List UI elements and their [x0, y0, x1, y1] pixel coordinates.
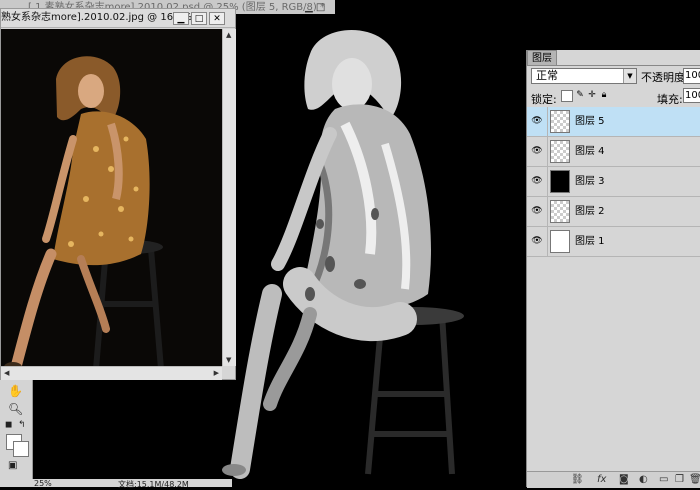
scroll-down-arrow-icon[interactable]: ▼ [226, 356, 231, 364]
layer-name: 图层 4 [575, 146, 605, 157]
layer-name: 图层 1 [575, 236, 605, 247]
background-color-swatch[interactable] [13, 441, 29, 457]
vertical-scrollbar[interactable]: ▲ ▼ [222, 29, 236, 366]
link-icon[interactable]: ⛓ [571, 474, 584, 485]
chevron-down-icon: ▼ [623, 69, 636, 83]
layer-thumbnail [550, 110, 570, 133]
reference-photo-image [1, 29, 222, 373]
eye-divider [547, 197, 548, 226]
mask-icon[interactable]: ◙ [619, 474, 629, 485]
eye-divider [547, 227, 548, 256]
eye-icon[interactable]: 👁︎ [531, 176, 543, 186]
lock-transparency-icon[interactable] [561, 90, 573, 102]
trash-icon[interactable]: 🗑︎ [689, 474, 700, 485]
eye-divider [547, 167, 548, 196]
reference-photo[interactable] [1, 29, 222, 373]
new-layer-icon[interactable]: ❐ [675, 474, 684, 485]
eye-icon[interactable]: 👁︎ [531, 146, 543, 156]
layer-row-4[interactable]: 👁︎ 图层 4 [527, 137, 700, 167]
horizontal-scrollbar[interactable]: ◀ ▶ [1, 366, 222, 380]
screen-mode-icon[interactable]: ▣ [8, 460, 17, 471]
fill-label: 填充: [657, 93, 683, 106]
opacity-input[interactable]: 100 [683, 68, 700, 84]
scroll-up-arrow-icon[interactable]: ▲ [226, 31, 231, 39]
zoom-icon[interactable]: 🔍︎ [8, 402, 23, 416]
panel-tab-divider [527, 65, 700, 66]
reference-window-buttons: ▁ □ ✕ [171, 11, 225, 25]
layer-thumbnail [550, 230, 570, 253]
lock-label: 锁定: [531, 93, 557, 106]
blend-mode-select[interactable]: 正常 ▼ [531, 68, 637, 84]
layers-tab[interactable]: 图层 [527, 50, 557, 66]
fill-input[interactable]: 100 [683, 88, 700, 103]
layer-row-3[interactable]: 👁︎ 图层 3 [527, 167, 700, 197]
layer-thumbnail [550, 140, 570, 163]
layer-thumbnail [550, 200, 570, 223]
minimize-button[interactable]: ▁ [173, 12, 189, 25]
scroll-right-arrow-icon[interactable]: ▶ [214, 369, 219, 377]
maximize-button[interactable]: □ [191, 12, 207, 25]
reference-window-titlebar[interactable]: 熟女系杂志more].2010.02.jpg @ 16.7%(... ▁ □ ✕ [1, 9, 235, 28]
adjustment-icon[interactable]: ◐ [639, 474, 648, 485]
layer-row-2[interactable]: 👁︎ 图层 2 [527, 197, 700, 227]
layers-panel: 图层 正常 ▼ 不透明度: 100 锁定: ✎ ✛ 🔒︎ 填充: 100 👁︎ … [526, 50, 700, 488]
eye-divider [547, 137, 548, 166]
layer-list: 👁︎ 图层 5 👁︎ 图层 4 👁︎ 图层 3 👁︎ 图层 2 👁︎ 图层 1 [527, 107, 700, 477]
eye-icon[interactable]: 👁︎ [531, 116, 543, 126]
layers-panel-footer: ⛓ fx ◙ ◐ ▭ ❐ 🗑︎ [527, 471, 700, 488]
layer-row-5[interactable]: 👁︎ 图层 5 [527, 107, 700, 137]
layer-name: 图层 3 [575, 176, 605, 187]
lock-pixels-icon[interactable]: ✎ [575, 90, 585, 100]
eye-divider [547, 107, 548, 136]
hand-icon[interactable]: ✋ [8, 384, 23, 398]
eye-icon[interactable]: 👁︎ [531, 236, 543, 246]
lock-all-icon[interactable]: 🔒︎ [599, 90, 609, 100]
layer-name: 图层 2 [575, 206, 605, 217]
layer-name: 图层 5 [575, 116, 605, 127]
tools-panel: ✋ 🔍︎ ◼ ↰ ▣ [0, 380, 33, 487]
fx-icon[interactable]: fx [597, 474, 606, 485]
default-colors-icon[interactable]: ◼ [5, 420, 12, 430]
scroll-left-arrow-icon[interactable]: ◀ [4, 369, 9, 377]
layer-thumbnail [550, 170, 570, 193]
group-icon[interactable]: ▭ [659, 474, 668, 485]
swap-colors-icon[interactable]: ↰ [18, 420, 26, 430]
lock-position-icon[interactable]: ✛ [587, 90, 597, 100]
opacity-label: 不透明度: [641, 71, 689, 84]
document-info[interactable]: 文档:15.1M/48.2M [118, 479, 189, 490]
layer-row-1[interactable]: 👁︎ 图层 1 [527, 227, 700, 257]
eye-icon[interactable]: 👁︎ [531, 206, 543, 216]
reference-photo-window[interactable]: 熟女系杂志more].2010.02.jpg @ 16.7%(... ▁□✕ [0, 8, 236, 380]
close-button[interactable]: ✕ [209, 12, 225, 25]
blend-mode-value: 正常 [536, 69, 558, 82]
